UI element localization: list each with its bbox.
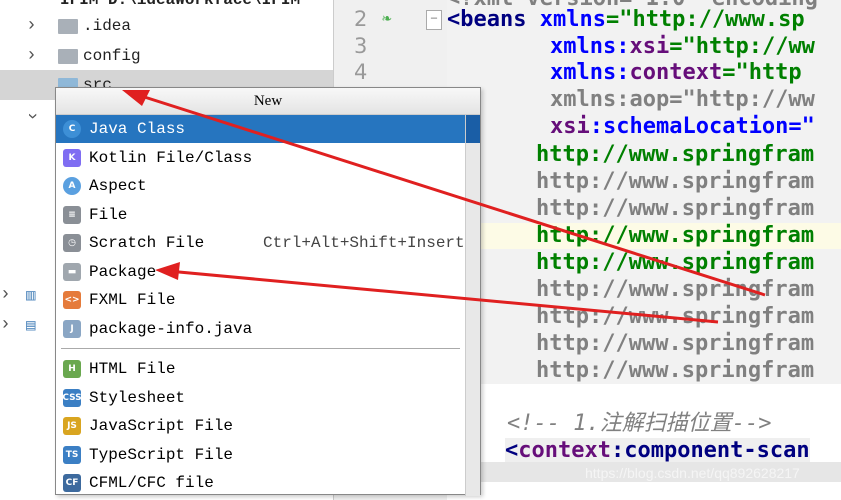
code-line: xmlns:context="http <box>550 60 802 85</box>
chevron-right-icon[interactable]: › <box>26 16 37 36</box>
file-type-icon: ◷ <box>63 234 81 252</box>
file-type-icon: ▬ <box>63 262 81 281</box>
code-line: xmlns:aop="http://ww <box>550 87 815 112</box>
tree-item-idea[interactable]: › .idea <box>0 12 333 40</box>
menu-separator <box>61 348 460 349</box>
menu-item-label: Package <box>89 262 157 281</box>
folder-icon <box>58 18 78 34</box>
menu-item-fxml-file[interactable]: <> FXML File <box>56 286 466 314</box>
code-line: http://www.springfram <box>536 196 815 221</box>
code-line-current: http://www.springfram <box>536 223 815 248</box>
scratches-icon: ▤ <box>26 317 36 335</box>
menu-item-label: Kotlin File/Class <box>89 148 253 167</box>
menu-item-label: Java Class <box>89 120 186 138</box>
line-number: 2 <box>354 7 368 31</box>
menu-item-label: Aspect <box>89 177 147 195</box>
file-type-icon: C <box>63 120 81 138</box>
tree-item-label: config <box>83 47 141 65</box>
menu-item-kotlin-file-class[interactable]: K Kotlin File/Class <box>56 144 466 172</box>
menu-item-package-info-java[interactable]: Jpackage-info.java <box>56 315 466 343</box>
code-line: http://www.springfram <box>536 304 815 329</box>
code-line: xsi:schemaLocation=" <box>550 114 815 139</box>
code-line: <context:component-scan <box>505 438 810 464</box>
menu-item-label: JavaScript File <box>89 417 234 435</box>
menu-item-label: TypeScript File <box>89 445 234 464</box>
menu-item-cfml-cfc-file[interactable]: CF CFML/CFC file <box>56 469 466 497</box>
folder-icon <box>58 48 78 64</box>
chevron-right-icon[interactable]: › <box>0 285 11 305</box>
menu-item-label: Stylesheet <box>89 388 186 407</box>
file-type-icon: TS <box>63 445 81 464</box>
menu-item-label: package-info.java <box>89 319 253 338</box>
menu-item-html-file[interactable]: H HTML File <box>56 355 466 383</box>
file-type-icon: CSS <box>62 388 82 407</box>
tree-item-label: .idea <box>83 17 132 35</box>
file-type-icon: A <box>63 177 81 195</box>
popup-scrollbar[interactable] <box>465 115 480 496</box>
menu-item-label: HTML File <box>89 360 176 378</box>
chevron-right-icon[interactable]: › <box>26 46 37 66</box>
chevron-down-icon[interactable]: › <box>21 111 41 122</box>
menu-item-package[interactable]: ▬ Package <box>56 258 466 286</box>
menu-item-label: Scratch File <box>89 234 205 252</box>
line-number: 3 <box>354 34 368 58</box>
menu-item-file[interactable]: ≡ File <box>56 201 466 229</box>
code-editor[interactable]: <?xml version="1.0" encoding <beans xmln… <box>447 0 841 500</box>
menu-item-javascript-file[interactable]: JS JavaScript File <box>56 412 466 440</box>
watermark: https://blog.csdn.net/qq892628217 <box>585 465 800 481</box>
file-type-icon: K <box>63 148 81 167</box>
menu-item-java-class[interactable]: C Java Class <box>56 115 466 143</box>
code-line: <beans xmlns="http://www.sp <box>447 7 805 32</box>
tree-item-config[interactable]: › config <box>0 42 333 70</box>
code-line: http://www.springfram <box>536 142 815 167</box>
menu-item-stylesheet[interactable]: CSS Stylesheet <box>56 384 466 412</box>
code-line: http://www.springfram <box>536 169 815 194</box>
menu-item-label: CFML/CFC file <box>89 474 214 492</box>
menu-item-label: File <box>89 205 128 224</box>
line-number: 4 <box>354 60 368 84</box>
new-menu-popup: New C Java Class K Kotlin File/Class A Aspect… <box>55 87 481 497</box>
menu-item-aspect[interactable]: A Aspect <box>56 172 466 200</box>
file-type-icon: ≡ <box>63 205 81 224</box>
file-type-icon: J <box>63 319 81 338</box>
file-type-icon: CF <box>63 474 81 492</box>
code-line: xmlns:xsi="http://ww <box>550 34 815 59</box>
file-type-icon: <> <box>63 291 81 309</box>
project-label: IFIM D:\ideaWorkface\IFIM <box>60 0 301 9</box>
shortcut-label: Ctrl+Alt+Shift+Insert <box>263 234 465 252</box>
fold-icon[interactable]: − <box>426 10 442 30</box>
menu-item-typescript-file[interactable]: TS TypeScript File <box>56 441 466 469</box>
libraries-icon: ▥ <box>26 287 36 305</box>
chevron-right-icon[interactable]: › <box>0 315 11 335</box>
menu-item-scratch-file[interactable]: ◷ Scratch File Ctrl+Alt+Shift+Insert <box>56 229 466 257</box>
code-line: http://www.springfram <box>536 331 815 356</box>
file-type-icon: JS <box>63 417 81 435</box>
code-line: http://www.springfram <box>536 250 815 275</box>
popup-title: New <box>56 88 480 115</box>
code-comment: <!-- 1.注解扫描位置--> <box>507 411 772 436</box>
code-line: http://www.springfram <box>536 277 815 302</box>
spring-bean-icon[interactable]: ❧ <box>382 8 392 27</box>
file-type-icon: H <box>63 360 81 378</box>
code-line: http://www.springfram <box>536 358 815 383</box>
menu-item-label: FXML File <box>89 291 176 309</box>
